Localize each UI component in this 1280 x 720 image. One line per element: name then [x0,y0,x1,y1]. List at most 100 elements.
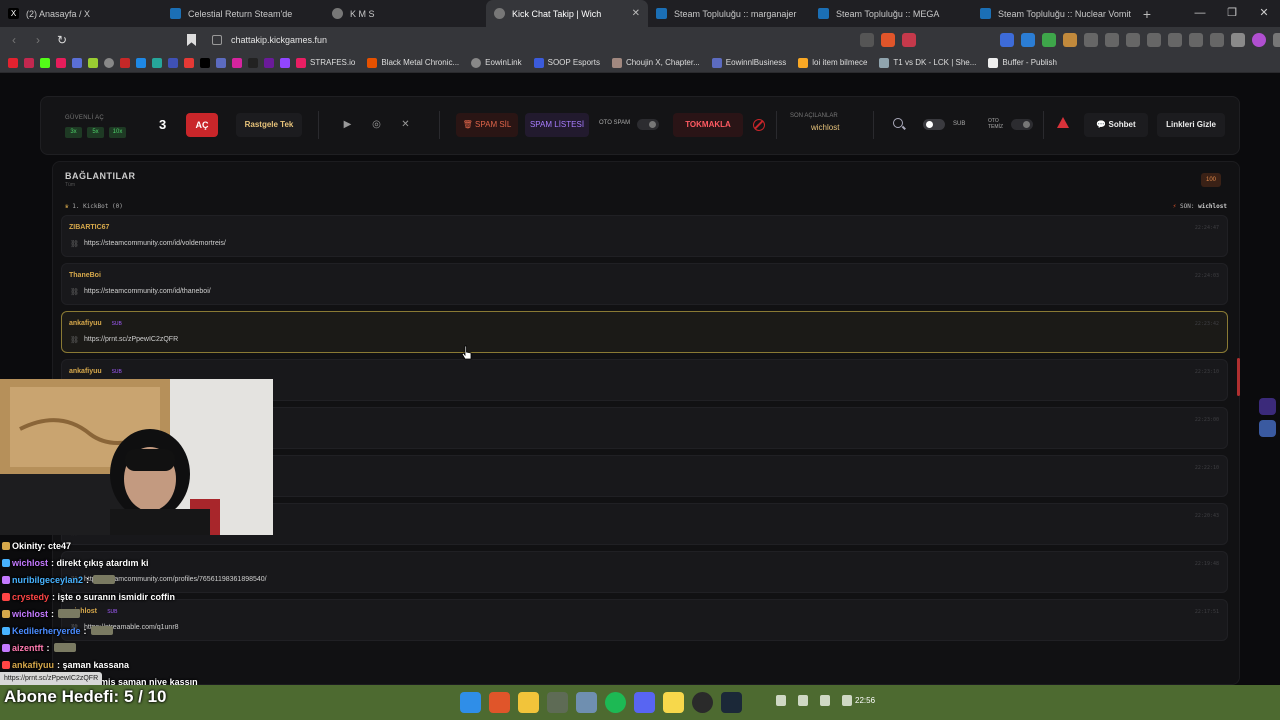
puzzle-icon[interactable] [1084,33,1098,47]
kick-icon[interactable] [40,57,50,68]
extension-icon[interactable] [1063,33,1077,47]
bookmark-item[interactable]: EowinLink [471,57,522,68]
tab-kick-chat[interactable]: Kick Chat Takip | Wich ✕ [486,0,648,27]
bookmark-favicon-icon[interactable] [8,57,18,68]
bookmark-favicon-icon[interactable] [88,57,98,68]
reload-icon[interactable]: ↻ [52,33,72,47]
translate-side-icon[interactable] [1259,420,1276,437]
back-icon[interactable]: ‹ [4,33,24,47]
url-field[interactable]: chattakip.kickgames.fun [212,27,327,53]
link-card[interactable]: ThaneBoi ⛓ https://steamcommunity.com/id/t… [61,263,1228,305]
maximize-icon[interactable]: ❐ [1216,0,1248,27]
x-logo-icon[interactable]: ✕ [399,119,412,130]
bookmark-favicon-icon[interactable] [216,57,226,68]
extension-icon[interactable] [1126,33,1140,47]
forward-icon[interactable]: › [28,33,48,47]
bookmark-favicon-icon[interactable] [56,57,66,68]
link-username[interactable]: ankafiyuu [69,368,102,375]
x-logo-icon[interactable] [200,57,210,68]
bookmark-favicon-icon[interactable] [248,57,258,68]
auto-spam-toggle[interactable] [637,119,659,130]
clock[interactable]: 22:56 [855,696,875,705]
brave-shield-icon[interactable] [881,33,895,47]
close-window-icon[interactable]: ✕ [1248,0,1280,27]
brave-rewards-icon[interactable] [902,33,916,47]
bookmark-item[interactable]: STRAFES.io [296,57,355,68]
spam-delete-button[interactable]: 🗑 SPAM SİL [456,113,518,137]
chat-button[interactable]: 💬 Sohbet [1084,113,1148,137]
bookmark-favicon-icon[interactable] [136,57,146,68]
multiplier-5x-button[interactable]: 5x [87,127,104,138]
random-single-button[interactable]: Rastgele Tek [236,113,302,137]
site-info-icon[interactable] [212,35,222,45]
profile-icon[interactable] [1252,33,1266,47]
auto-clean-toggle[interactable] [1011,119,1033,130]
brave-icon[interactable] [489,692,510,713]
scrollbar-thumb[interactable] [1237,358,1240,396]
twitch-icon[interactable] [280,57,290,68]
extension-icon[interactable] [1042,33,1056,47]
bookmark-favicon-icon[interactable] [72,57,82,68]
bookmark-favicon-icon[interactable] [168,57,178,68]
multiplier-10x-button[interactable]: 10x [109,127,126,138]
tab-steam-marganajer[interactable]: Steam Topluluğu :: marganajer [648,0,810,27]
extension-icon[interactable] [1147,33,1161,47]
volume-icon[interactable] [842,695,852,706]
tool-icon[interactable] [547,692,568,713]
bookmark-item[interactable]: Black Metal Chronic... [367,57,459,68]
extension-icon[interactable] [1021,33,1035,47]
extension-side-icon[interactable] [1259,398,1276,415]
ban-icon[interactable] [753,119,765,131]
hide-links-button[interactable]: Linkleri Gizle [1157,113,1225,137]
extension-icon[interactable] [1105,33,1119,47]
obs-icon[interactable] [692,692,713,713]
hammer-button[interactable]: TOKMAKLA [673,113,743,137]
open-button[interactable]: AÇ [186,113,218,137]
bookmark-item[interactable]: T1 vs DK - LCK | She... [879,57,976,68]
discord-icon[interactable] [634,692,655,713]
windows-start-icon[interactable] [460,692,481,713]
close-tab-icon[interactable]: ✕ [632,8,640,19]
extension-icon[interactable] [1168,33,1182,47]
bookmark-favicon-icon[interactable] [152,57,162,68]
link-username[interactable]: ankafiyuu [69,320,102,327]
menu-icon[interactable] [1273,33,1280,47]
instagram-icon[interactable]: ◎ [370,119,383,130]
tray-icon[interactable] [776,695,786,706]
file-explorer-icon[interactable] [518,692,539,713]
bookmark-favicon-icon[interactable] [184,57,194,68]
tab-x-home[interactable]: X (2) Anasayfa / X [0,0,162,27]
spotify-icon[interactable] [605,692,626,713]
youtube-icon[interactable]: ▶ [341,119,354,130]
app-icon[interactable] [576,692,597,713]
link-card[interactable]: ankafiyuu SUB ⛓ https://prnt.sc/zPpewIC2zQF… [61,311,1228,353]
new-tab-button[interactable]: + [1134,0,1160,27]
tab-steam-mega[interactable]: Steam Topluluğu :: MEGA [810,0,972,27]
microphone-icon[interactable] [798,695,808,706]
minimize-icon[interactable]: — [1184,0,1216,27]
bookmark-item[interactable]: EowinnlBusiness [711,57,786,68]
open-count[interactable]: 3 [159,117,166,132]
tab-steam-celestial[interactable]: Celestial Return Steam'de [162,0,324,27]
bookmark-favicon-icon[interactable] [24,57,34,68]
link-url[interactable]: https://steamcommunity.com/id/voldemortr… [84,240,226,247]
bookmark-item[interactable]: Choujin X, Chapter... [611,57,700,68]
bookmark-favicon-icon[interactable] [120,57,130,68]
extension-icon[interactable] [1000,33,1014,47]
alert-icon[interactable] [1057,117,1069,128]
multiplier-3x-button[interactable]: 3x [65,127,82,138]
link-card[interactable]: ZIBARTIC67 ⛓ https://steamcommunity.com/id… [61,215,1228,257]
spam-list-button[interactable]: SPAM LİSTESİ [525,113,589,137]
tab-kms[interactable]: K M S [324,0,486,27]
steam-icon[interactable] [721,692,742,713]
extension-icon[interactable] [1210,33,1224,47]
network-icon[interactable] [820,695,830,706]
bookmark-item[interactable]: Buffer - Publish [988,57,1057,68]
bookmark-icon[interactable] [187,34,196,46]
sub-toggle[interactable] [923,119,945,130]
tab-steam-nuclear[interactable]: Steam Topluluğu :: Nuclear Vomit [972,0,1134,27]
extension-icon[interactable] [1189,33,1203,47]
link-username[interactable]: ThaneBoi [69,272,101,279]
link-username[interactable]: ZIBARTIC67 [69,224,109,231]
bookmark-item[interactable]: loi item bilmece [798,57,867,68]
